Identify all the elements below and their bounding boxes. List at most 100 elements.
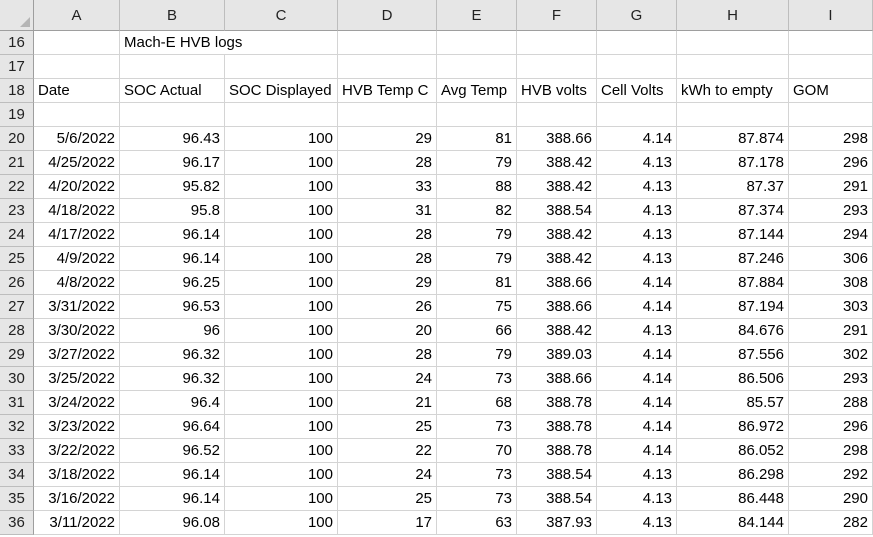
- cell-hvb-volts[interactable]: 388.42: [517, 247, 597, 271]
- cell-soc-displayed[interactable]: 100: [225, 463, 338, 487]
- header-cell-kwh-to-empty[interactable]: kWh to empty: [677, 79, 789, 103]
- cell-kwh-to-empty[interactable]: 87.194: [677, 295, 789, 319]
- cell-h19[interactable]: [677, 103, 789, 127]
- cell-gom[interactable]: 308: [789, 271, 873, 295]
- cell-gom[interactable]: 306: [789, 247, 873, 271]
- header-cell-hvb-volts[interactable]: HVB volts: [517, 79, 597, 103]
- cell-cell-volts[interactable]: 4.14: [597, 343, 677, 367]
- cell-soc-displayed[interactable]: 100: [225, 295, 338, 319]
- cell-date[interactable]: 4/9/2022: [34, 247, 120, 271]
- cell-hvb-volts[interactable]: 388.78: [517, 391, 597, 415]
- cell-hvb-volts[interactable]: 388.66: [517, 295, 597, 319]
- cell-e19[interactable]: [437, 103, 517, 127]
- cell-soc-actual[interactable]: 96.32: [120, 343, 225, 367]
- cell-hvb-temp-c[interactable]: 28: [338, 223, 437, 247]
- cell-avg-temp[interactable]: 79: [437, 247, 517, 271]
- cell-hvb-temp-c[interactable]: 20: [338, 319, 437, 343]
- cell-hvb-volts[interactable]: 388.54: [517, 487, 597, 511]
- cell-hvb-volts[interactable]: 388.66: [517, 271, 597, 295]
- header-cell-hvb-temp-c[interactable]: HVB Temp C: [338, 79, 437, 103]
- cell-soc-actual[interactable]: 96.08: [120, 511, 225, 535]
- cell-date[interactable]: 3/27/2022: [34, 343, 120, 367]
- cell-hvb-temp-c[interactable]: 29: [338, 271, 437, 295]
- cell-soc-actual[interactable]: 95.8: [120, 199, 225, 223]
- cell-soc-displayed[interactable]: 100: [225, 343, 338, 367]
- row-header[interactable]: 16: [0, 31, 34, 55]
- cell-c16[interactable]: [225, 31, 338, 55]
- row-header[interactable]: 34: [0, 463, 34, 487]
- cell-kwh-to-empty[interactable]: 87.556: [677, 343, 789, 367]
- header-cell-soc-actual[interactable]: SOC Actual: [120, 79, 225, 103]
- cell-hvb-temp-c[interactable]: 25: [338, 487, 437, 511]
- cell-a17[interactable]: [34, 55, 120, 79]
- cell-cell-volts[interactable]: 4.14: [597, 415, 677, 439]
- cell-hvb-volts[interactable]: 388.78: [517, 415, 597, 439]
- cell-kwh-to-empty[interactable]: 86.052: [677, 439, 789, 463]
- cell-avg-temp[interactable]: 79: [437, 223, 517, 247]
- cell-kwh-to-empty[interactable]: 87.37: [677, 175, 789, 199]
- cell-avg-temp[interactable]: 81: [437, 271, 517, 295]
- cell-hvb-volts[interactable]: 388.42: [517, 151, 597, 175]
- cell-soc-displayed[interactable]: 100: [225, 367, 338, 391]
- cell-cell-volts[interactable]: 4.14: [597, 439, 677, 463]
- row-header[interactable]: 22: [0, 175, 34, 199]
- cell-gom[interactable]: 298: [789, 127, 873, 151]
- cell-hvb-temp-c[interactable]: 31: [338, 199, 437, 223]
- header-cell-gom[interactable]: GOM: [789, 79, 873, 103]
- cell-g19[interactable]: [597, 103, 677, 127]
- cell-cell-volts[interactable]: 4.13: [597, 223, 677, 247]
- cell-gom[interactable]: 291: [789, 319, 873, 343]
- cell-cell-volts[interactable]: 4.13: [597, 199, 677, 223]
- column-header-h[interactable]: H: [677, 0, 789, 31]
- cell-gom[interactable]: 290: [789, 487, 873, 511]
- cell-date[interactable]: 3/23/2022: [34, 415, 120, 439]
- cell-cell-volts[interactable]: 4.13: [597, 175, 677, 199]
- cell-e17[interactable]: [437, 55, 517, 79]
- row-header[interactable]: 32: [0, 415, 34, 439]
- cell-gom[interactable]: 292: [789, 463, 873, 487]
- cell-avg-temp[interactable]: 79: [437, 343, 517, 367]
- cell-cell-volts[interactable]: 4.14: [597, 295, 677, 319]
- cell-soc-displayed[interactable]: 100: [225, 127, 338, 151]
- cell-soc-displayed[interactable]: 100: [225, 151, 338, 175]
- cell-soc-actual[interactable]: 96.53: [120, 295, 225, 319]
- cell-hvb-volts[interactable]: 388.78: [517, 439, 597, 463]
- cell-hvb-temp-c[interactable]: 21: [338, 391, 437, 415]
- cell-hvb-temp-c[interactable]: 29: [338, 127, 437, 151]
- row-header[interactable]: 35: [0, 487, 34, 511]
- row-header[interactable]: 33: [0, 439, 34, 463]
- cell-soc-displayed[interactable]: 100: [225, 487, 338, 511]
- cell-hvb-volts[interactable]: 388.42: [517, 319, 597, 343]
- cell-e16[interactable]: [437, 31, 517, 55]
- cell-i16[interactable]: [789, 31, 873, 55]
- cell-soc-displayed[interactable]: 100: [225, 391, 338, 415]
- cell-hvb-volts[interactable]: 388.42: [517, 175, 597, 199]
- cell-avg-temp[interactable]: 73: [437, 487, 517, 511]
- cell-hvb-temp-c[interactable]: 17: [338, 511, 437, 535]
- cell-cell-volts[interactable]: 4.13: [597, 511, 677, 535]
- row-header[interactable]: 18: [0, 79, 34, 103]
- row-header[interactable]: 21: [0, 151, 34, 175]
- cell-hvb-temp-c[interactable]: 24: [338, 463, 437, 487]
- cell-date[interactable]: 4/17/2022: [34, 223, 120, 247]
- cell-hvb-temp-c[interactable]: 28: [338, 343, 437, 367]
- column-header-b[interactable]: B: [120, 0, 225, 31]
- column-header-a[interactable]: A: [34, 0, 120, 31]
- cell-soc-actual[interactable]: 96.14: [120, 463, 225, 487]
- cell-date[interactable]: 4/25/2022: [34, 151, 120, 175]
- cell-f17[interactable]: [517, 55, 597, 79]
- cell-avg-temp[interactable]: 73: [437, 415, 517, 439]
- cell-cell-volts[interactable]: 4.14: [597, 127, 677, 151]
- cell-soc-actual[interactable]: 96.32: [120, 367, 225, 391]
- cell-soc-actual[interactable]: 96.14: [120, 247, 225, 271]
- cell-cell-volts[interactable]: 4.13: [597, 463, 677, 487]
- cell-c17[interactable]: [225, 55, 338, 79]
- cell-hvb-volts[interactable]: 388.66: [517, 127, 597, 151]
- cell-soc-actual[interactable]: 96.14: [120, 487, 225, 511]
- cell-gom[interactable]: 298: [789, 439, 873, 463]
- cell-kwh-to-empty[interactable]: 86.448: [677, 487, 789, 511]
- cell-soc-actual[interactable]: 96.25: [120, 271, 225, 295]
- cell-avg-temp[interactable]: 63: [437, 511, 517, 535]
- cell-soc-actual[interactable]: 96.4: [120, 391, 225, 415]
- cell-kwh-to-empty[interactable]: 87.144: [677, 223, 789, 247]
